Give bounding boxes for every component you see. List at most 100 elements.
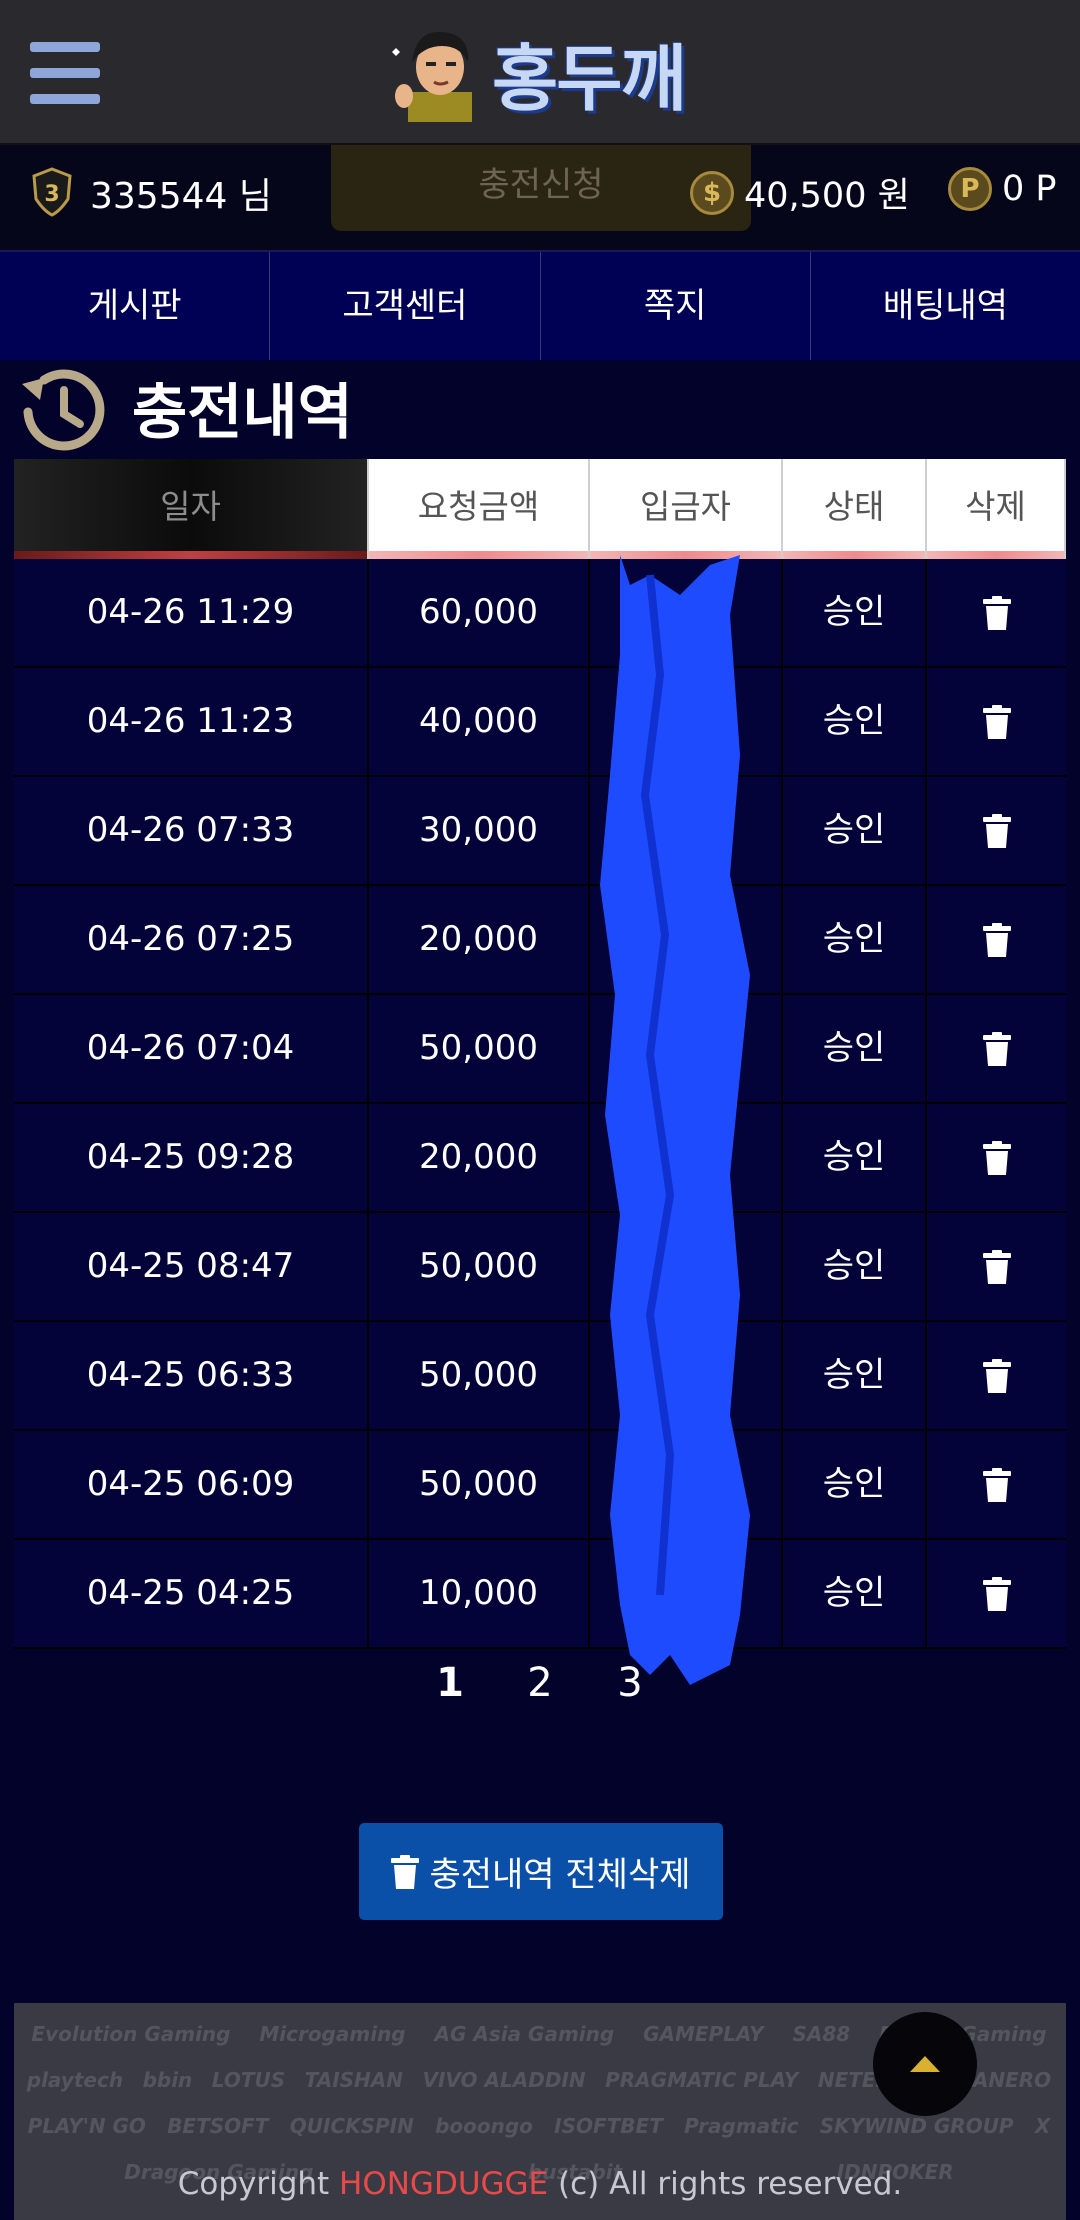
nav-customer-center[interactable]: 고객센터: [270, 252, 541, 360]
trash-icon[interactable]: [982, 704, 1011, 739]
copyright: Copyright HONGDUGGE (c) All rights reser…: [14, 2166, 1066, 2202]
cell-status: 승인: [783, 995, 927, 1102]
provider-logo: BETSOFT: [167, 2114, 269, 2138]
provider-logo: PRAGMATIC PLAY: [605, 2068, 799, 2092]
history-icon: [22, 368, 105, 450]
cell-date: 04-26 07:33: [14, 777, 369, 884]
provider-logo: Pragmatic: [684, 2114, 799, 2138]
table-row: 04-25 08:47 50,000 승인: [14, 1213, 1066, 1322]
cell-amount: 40,000: [369, 668, 590, 775]
provider-logo: X: [1034, 2114, 1051, 2138]
balance: $ 40,500 원: [690, 167, 910, 218]
provider-logo: Microgaming: [259, 2022, 406, 2046]
cell-date: 04-25 09:28: [14, 1104, 369, 1211]
nav-board[interactable]: 게시판: [0, 252, 271, 360]
scroll-to-top-button[interactable]: [873, 2012, 977, 2116]
page-1[interactable]: 1: [435, 1660, 465, 1730]
cell-date: 04-26 11:23: [14, 668, 369, 775]
trash-icon[interactable]: [982, 1358, 1011, 1393]
delete-all-label: 충전내역 전체삭제: [429, 1855, 691, 1895]
page-header: 충전내역: [14, 355, 1066, 460]
provider-logo: PLAY'N GO: [27, 2114, 146, 2138]
cell-status: 승인: [783, 777, 927, 884]
cell-delete: [927, 1104, 1066, 1211]
app-header: 홍두깨: [0, 0, 1080, 145]
table-row: 04-25 09:28 20,000 승인: [14, 1104, 1066, 1213]
provider-logo: QUICKSPIN: [289, 2114, 414, 2138]
cell-delete: [927, 1213, 1066, 1320]
provider-logo: bbin: [142, 2068, 193, 2092]
cell-status: 승인: [783, 1431, 927, 1538]
table-row: 04-26 07:04 50,000 승인: [14, 995, 1066, 1104]
column-header-status[interactable]: 상태: [783, 459, 927, 559]
cell-date: 04-25 04:25: [14, 1540, 369, 1647]
cell-delete: [927, 1540, 1066, 1647]
cell-delete: [927, 777, 1066, 884]
cell-status: 승인: [783, 1104, 927, 1211]
cell-delete: [927, 668, 1066, 775]
trash-icon[interactable]: [982, 1467, 1011, 1502]
trash-icon: [391, 1854, 420, 1889]
nav-betting-history[interactable]: 배팅내역: [811, 252, 1080, 360]
cell-amount: 30,000: [369, 777, 590, 884]
table-row: 04-26 07:25 20,000 승인: [14, 886, 1066, 995]
cell-amount: 20,000: [369, 886, 590, 993]
cell-status: 승인: [783, 1322, 927, 1429]
menu-icon[interactable]: [30, 42, 100, 104]
trash-icon[interactable]: [982, 922, 1011, 957]
cell-amount: 50,000: [369, 995, 590, 1102]
delete-all-button[interactable]: 충전내역 전체삭제: [359, 1823, 723, 1920]
cell-date: 04-25 08:47: [14, 1213, 369, 1320]
column-header-amount[interactable]: 요청금액: [369, 459, 590, 559]
cell-amount: 50,000: [369, 1322, 590, 1429]
copyright-prefix: Copyright: [177, 2166, 340, 2202]
points-value: 0 P: [1002, 169, 1057, 209]
trash-icon[interactable]: [982, 813, 1011, 848]
cell-status: 승인: [783, 1540, 927, 1647]
user-bar: 3 335544 님 충전신청 $ 40,500 원 P 0 P: [0, 145, 1080, 250]
column-header-date[interactable]: 일자: [14, 459, 369, 559]
trash-icon[interactable]: [982, 1031, 1011, 1066]
redaction-scribble: [600, 555, 750, 1685]
cell-status: 승인: [783, 668, 927, 775]
trash-icon[interactable]: [982, 1576, 1011, 1611]
level-badge-icon: 3: [30, 167, 74, 217]
provider-logo: SA88: [792, 2022, 851, 2046]
caret-up-icon: [910, 2056, 940, 2072]
provider-logo: LOTUS: [211, 2068, 286, 2092]
trash-icon[interactable]: [982, 1249, 1011, 1284]
cell-amount: 10,000: [369, 1540, 590, 1647]
balance-value: 40,500 원: [744, 176, 910, 216]
page-3[interactable]: 3: [615, 1660, 645, 1730]
column-header-depositor[interactable]: 입금자: [590, 459, 783, 559]
page-2[interactable]: 2: [525, 1660, 555, 1730]
main-nav: 게시판 고객센터 쪽지 배팅내역: [0, 250, 1080, 360]
table-row: 04-26 07:33 30,000 승인: [14, 777, 1066, 886]
table-row: 04-25 06:33 50,000 승인: [14, 1322, 1066, 1431]
column-header-delete[interactable]: 삭제: [927, 459, 1066, 559]
table-row: 04-25 06:09 50,000 승인: [14, 1431, 1066, 1540]
username: 335544 님: [90, 176, 272, 217]
cell-date: 04-25 06:09: [14, 1431, 369, 1538]
provider-logo: ISOFTBET: [554, 2114, 663, 2138]
svg-text:3: 3: [44, 182, 59, 207]
cell-date: 04-26 07:25: [14, 886, 369, 993]
provider-logo: AG Asia Gaming: [434, 2022, 615, 2046]
trash-icon[interactable]: [982, 595, 1011, 630]
provider-logo: Evolution Gaming: [31, 2022, 231, 2046]
cell-delete: [927, 559, 1066, 666]
charge-request-button[interactable]: 충전신청: [331, 145, 751, 231]
logo[interactable]: 홍두깨: [390, 22, 700, 122]
nav-messages[interactable]: 쪽지: [541, 252, 811, 360]
table-row: 04-26 11:29 60,000 승인: [14, 559, 1066, 668]
charge-history-table: 일자 요청금액 입금자 상태 삭제 04-26 11:29 60,000 승인 04-…: [14, 459, 1066, 1649]
cell-date: 04-26 07:04: [14, 995, 369, 1102]
cell-delete: [927, 1322, 1066, 1429]
copyright-suffix: (c) All rights reserved.: [548, 2166, 903, 2202]
points-icon: P: [948, 167, 992, 211]
trash-icon[interactable]: [982, 1140, 1011, 1175]
table-row: 04-25 04:25 10,000 승인: [14, 1540, 1066, 1649]
cell-status: 승인: [783, 1213, 927, 1320]
cell-status: 승인: [783, 886, 927, 993]
cell-amount: 20,000: [369, 1104, 590, 1211]
